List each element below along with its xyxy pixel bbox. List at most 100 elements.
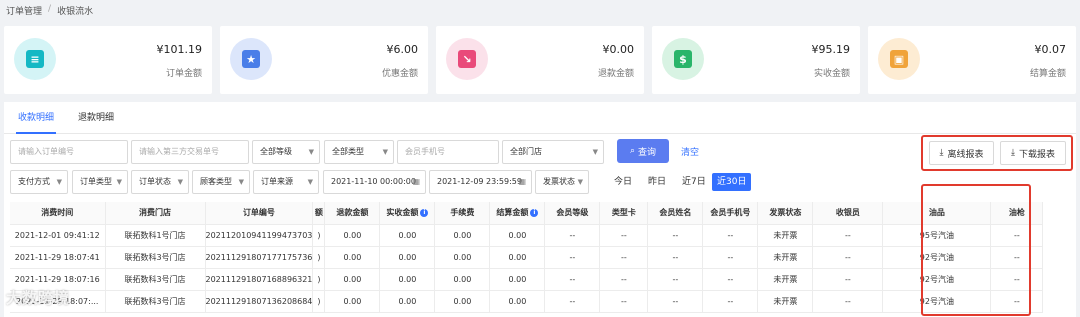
- customer-type-value: 顾客类型: [200, 177, 232, 186]
- table-cell: 2021-11-29 18:07:41: [10, 246, 106, 269]
- column-header-label: 结算金额: [496, 208, 529, 218]
- member-phone-input[interactable]: 会员手机号: [397, 140, 499, 164]
- chevron-down-icon: ▼: [307, 178, 313, 186]
- table-cell: 0.00: [489, 290, 546, 313]
- table-cell: --: [647, 224, 704, 247]
- table-cell: --: [544, 224, 601, 247]
- third-party-no-input[interactable]: 请输入第三方交易单号: [131, 140, 249, 164]
- download-icon: ⤓: [1011, 148, 1015, 158]
- invoice-status-select[interactable]: 发票状态 ▼: [535, 170, 589, 194]
- stat-icon-circle: $: [662, 38, 704, 80]
- table-cell: 联拓数科1号门店: [105, 224, 206, 247]
- order-status-select[interactable]: 订单状态 ▼: [131, 170, 189, 194]
- stat-amount: ¥0.07: [1034, 43, 1067, 56]
- stat-card-settlement-amount: ▣ ¥0.07 结算金额: [868, 26, 1076, 94]
- column-header: 实收金额 i: [379, 202, 436, 225]
- table-cell: 0.00: [434, 246, 491, 269]
- column-header: 发票状态: [757, 202, 814, 225]
- table-cell: 0.00: [379, 224, 436, 247]
- range-30-days[interactable]: 近30日: [712, 173, 752, 191]
- stat-amount: ¥6.00: [386, 43, 419, 56]
- table-cell: 202111291807177175736: [205, 246, 314, 269]
- table-cell: 0.00: [489, 268, 546, 291]
- range-yesterday[interactable]: 昨日: [643, 173, 671, 191]
- table-row: 2021-12-01 09:41:12 联拓数科1号门店 2021120109411…: [10, 224, 1044, 247]
- order-no-input[interactable]: 请输入订单编号: [10, 140, 128, 164]
- table-header-row: 消费时间 消费门店 订单编号 额 退款金额 实收金额 i 手续费 结算金额 i 会员…: [10, 202, 1044, 225]
- column-header: 订单编号: [205, 202, 314, 225]
- breadcrumb-item-order-management[interactable]: 订单管理: [6, 4, 42, 17]
- customer-type-select[interactable]: 顾客类型 ▼: [192, 170, 250, 194]
- trend-down-icon: ↘: [458, 50, 476, 68]
- column-header: 会员姓名: [647, 202, 704, 225]
- table-cell: --: [702, 224, 759, 247]
- table-cell: --: [702, 290, 759, 313]
- order-type-select[interactable]: 订单类型 ▼: [72, 170, 128, 194]
- order-source-select[interactable]: 订单来源 ▼: [253, 170, 319, 194]
- table-cell: 未开票: [757, 290, 814, 313]
- table-cell: 未开票: [757, 268, 814, 291]
- end-time-picker[interactable]: 2021-12-09 23:59:59 ▦: [429, 170, 532, 194]
- cash-flow-table: 消费时间 消费门店 订单编号 额 退款金额 实收金额 i 手续费 结算金额 i 会员…: [10, 202, 1044, 313]
- table-cell: 0.00: [489, 246, 546, 269]
- stat-card-refund-amount: ↘ ¥0.00 退款金额: [436, 26, 644, 94]
- table-cell: ): [312, 268, 326, 291]
- clear-link[interactable]: 清空: [681, 145, 699, 158]
- column-header: 额: [312, 202, 326, 225]
- pay-method-value: 支付方式: [18, 177, 50, 186]
- level-select-value: 全部等级: [260, 147, 292, 156]
- info-icon[interactable]: i: [420, 208, 429, 217]
- cash-icon: $: [674, 50, 692, 68]
- start-time-picker[interactable]: 2021-11-10 00:00:00 ▦: [323, 170, 426, 194]
- stat-label: 订单金额: [165, 69, 202, 79]
- info-icon[interactable]: i: [530, 208, 539, 217]
- column-header: 手续费: [434, 202, 491, 225]
- download-report-button[interactable]: ⤓ 下载报表: [1000, 141, 1066, 165]
- tab-receipt-details[interactable]: 收款明细: [16, 102, 57, 134]
- stat-icon-circle: ★: [230, 38, 272, 80]
- table-cell: --: [544, 268, 601, 291]
- search-button[interactable]: ⌕ 查询: [617, 139, 669, 163]
- table-cell: 0.00: [324, 246, 381, 269]
- column-header: 类型卡: [599, 202, 649, 225]
- tab-refund-details[interactable]: 退款明细: [76, 102, 116, 133]
- range-7-days[interactable]: 近7日: [677, 173, 711, 191]
- highlight-box-fuel-column: [921, 184, 1031, 316]
- stats-row: ≡ ¥101.19 订单金额 ★ ¥6.00 优惠金额 ↘ ¥0.00 退款金额…: [4, 26, 1076, 94]
- start-time-value: 2021-11-10 00:00:00: [331, 177, 416, 186]
- table-cell: --: [647, 268, 704, 291]
- table-cell: --: [812, 290, 884, 313]
- stat-card-discount-amount: ★ ¥6.00 优惠金额: [220, 26, 428, 94]
- type-select[interactable]: 全部类型 ▼: [324, 140, 394, 164]
- search-icon: ⌕: [629, 146, 636, 156]
- stat-icon-circle: ▣: [878, 38, 920, 80]
- chevron-down-icon: ▼: [577, 178, 583, 186]
- column-header: 消费门店: [105, 202, 206, 225]
- store-select[interactable]: 全部门店 ▼: [502, 140, 604, 164]
- table-cell: 0.00: [324, 268, 381, 291]
- pay-method-select[interactable]: 支付方式 ▼: [10, 170, 68, 194]
- column-header: 退款金额: [324, 202, 381, 225]
- stat-icon-circle: ↘: [446, 38, 488, 80]
- offline-report-button[interactable]: ⤓ 离线报表: [929, 141, 994, 165]
- level-select[interactable]: 全部等级 ▼: [252, 140, 320, 164]
- chevron-down-icon: ▼: [592, 148, 598, 156]
- table-cell: 0.00: [379, 268, 436, 291]
- search-button-label: 查询: [638, 147, 657, 158]
- column-header: 会员等级: [544, 202, 601, 225]
- table-cell: --: [544, 246, 601, 269]
- column-header-label: 实收金额: [386, 208, 419, 218]
- table-row: 2021-11-29 18:07:... 联拓数科3号门店 202111291807…: [10, 290, 1044, 313]
- table-cell: --: [599, 290, 649, 313]
- range-today[interactable]: 今日: [609, 173, 637, 191]
- tab-bar: 收款明细 退款明细: [4, 102, 1076, 134]
- table-cell: 0.00: [434, 268, 491, 291]
- table-cell: 0.00: [324, 224, 381, 247]
- table-cell: 0.00: [324, 290, 381, 313]
- chevron-down-icon: ▼: [308, 148, 314, 156]
- chevron-down-icon: ▼: [177, 178, 183, 186]
- breadcrumb-item-cash-flow: 收银流水: [57, 7, 94, 17]
- wallet-icon: ▣: [890, 50, 908, 68]
- chevron-down-icon: ▼: [238, 178, 244, 186]
- chevron-down-icon: ▼: [116, 178, 122, 186]
